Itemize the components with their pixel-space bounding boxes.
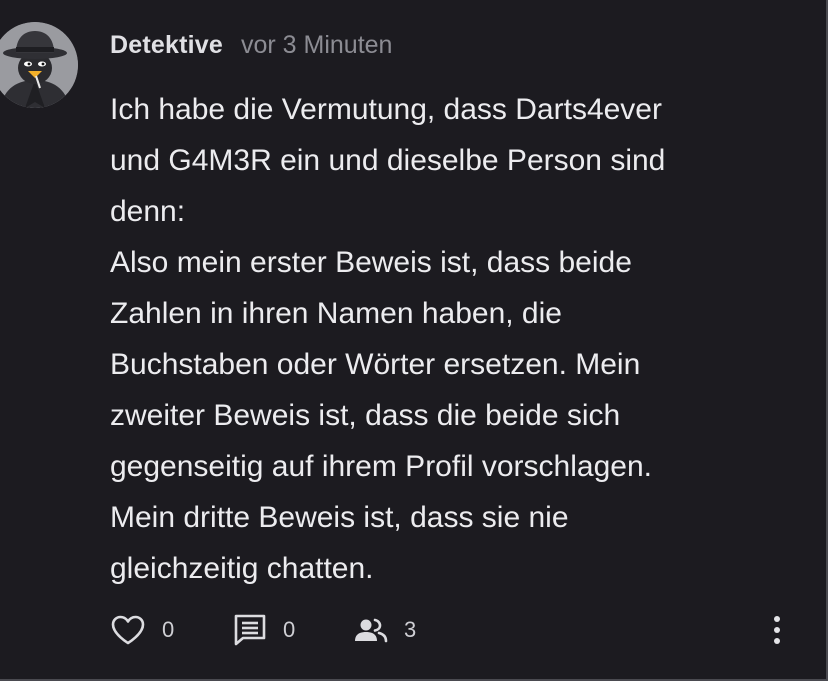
post-line: gegenseitig auf ihrem Profil vorschlagen… (110, 450, 652, 483)
avatar[interactable] (0, 22, 78, 108)
spy-avatar-icon (0, 22, 78, 108)
post-actions: 0 0 3 (110, 608, 434, 652)
post-line: gleichzeitig chatten. (110, 552, 374, 585)
author-name[interactable]: Detektive (110, 31, 223, 60)
like-count: 0 (162, 617, 175, 642)
people-icon (355, 618, 388, 643)
post-line: Buchstaben oder Wörter ersetzen. Mein (110, 348, 641, 381)
participant-count: 3 (404, 617, 417, 642)
like-button[interactable]: 0 (110, 614, 233, 646)
post-line: Zahlen in ihren Namen haben, die (110, 297, 562, 330)
participants-button[interactable]: 3 (354, 616, 434, 644)
post-line: und G4M3R ein und dieselbe Person sind (110, 144, 666, 177)
post-container: Detektive vor 3 Minuten Ich habe die Ver… (0, 0, 828, 681)
comment-count: 0 (283, 617, 296, 642)
post-header: Detektive vor 3 Minuten (110, 28, 392, 62)
post-line: Ich habe die Vermutung, dass Darts4ever (110, 93, 662, 126)
post-line: denn: (110, 195, 186, 228)
comment-button[interactable]: 0 (233, 613, 354, 647)
comment-icon (234, 614, 266, 646)
heart-icon (111, 615, 145, 645)
post-timestamp: vor 3 Minuten (240, 30, 393, 59)
post-line: Mein dritte Beweis ist, dass sie nie (110, 501, 569, 534)
post-body: Ich habe die Vermutung, dass Darts4ever … (110, 84, 790, 594)
more-options-button[interactable] (765, 613, 789, 647)
more-vertical-icon (774, 616, 780, 644)
post-line: Also mein erster Beweis ist, dass beide (110, 246, 632, 279)
post-line: zweiter Beweis ist, dass die beide sich (110, 399, 621, 432)
